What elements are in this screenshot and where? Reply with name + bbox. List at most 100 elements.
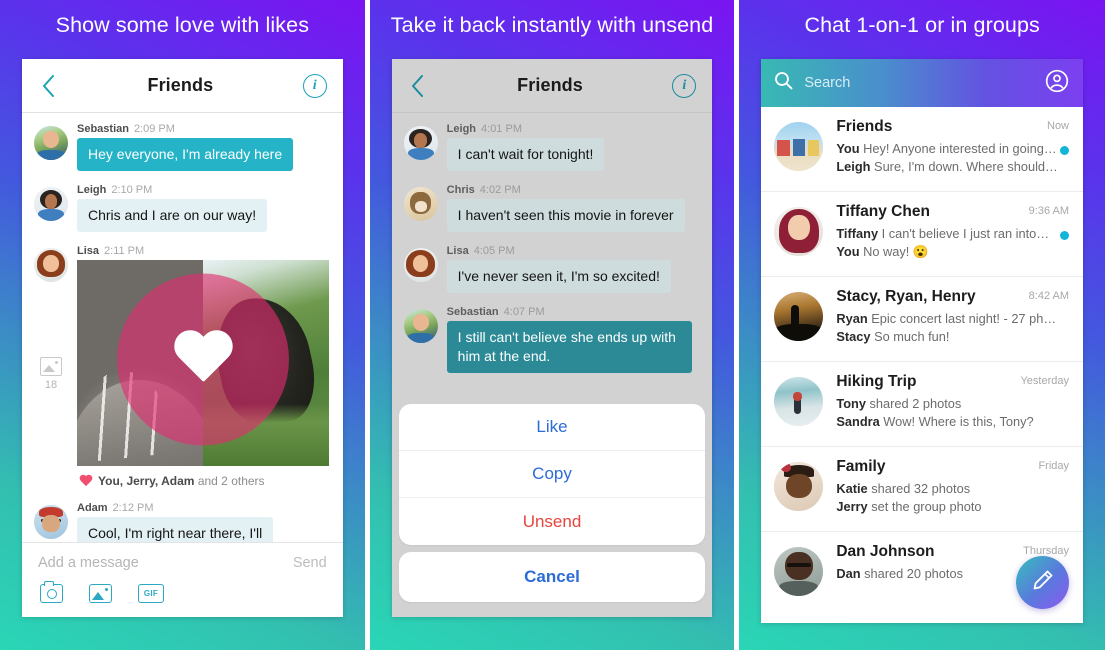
photo-icon[interactable] [89, 584, 112, 603]
camera-icon[interactable] [40, 581, 63, 603]
message-sender: Leigh [77, 183, 107, 196]
info-circle-icon[interactable]: i [672, 73, 697, 98]
avatar [774, 122, 824, 171]
chat-header: Friends i [22, 59, 343, 113]
message-bubble[interactable]: Cool, I'm right near there, I'll [77, 517, 274, 542]
search-bar[interactable]: Search [761, 59, 1084, 107]
message-row: Adam 2:12 PM Cool, I'm right near there, … [22, 502, 343, 542]
profile-avatar-icon[interactable] [1045, 69, 1069, 98]
photo-attachment[interactable] [77, 260, 329, 467]
page-title: Friends [147, 75, 214, 95]
attachment-count-group: 18 [40, 356, 62, 391]
list-item[interactable]: Family Katie shared 32 photos Jerry set … [761, 447, 1084, 532]
conversation-time: Yesterday [1020, 375, 1070, 387]
panel-caption: Take it back instantly with unsend [390, 13, 714, 37]
photo-right [202, 260, 329, 467]
search-input[interactable]: Search [804, 75, 1034, 91]
back-chevron-icon[interactable] [38, 73, 58, 99]
status-badge [1060, 146, 1070, 155]
message-bubble[interactable]: I've never seen it, I'm so excited! [446, 260, 671, 293]
photo-icon [40, 356, 62, 376]
panel-unsend: Take it back instantly with unsend Frien… [369, 0, 735, 650]
gif-icon[interactable]: GIF [138, 584, 164, 603]
message-time: 4:05 PM [473, 244, 515, 257]
attachment-count: 18 [44, 378, 58, 391]
conversation-preview: Katie shared 32 photos [836, 480, 971, 496]
conversation-preview: Tony shared 2 photos [836, 395, 962, 411]
message-time: 4:07 PM [503, 305, 545, 318]
message-sender: Lisa [446, 244, 469, 257]
message-sender: Lisa [77, 244, 100, 257]
conversation-name: Stacy, Ryan, Henry [836, 288, 976, 305]
action-sheet-cancel-group: Cancel [398, 552, 706, 602]
message-time: 2:09 PM [133, 123, 175, 135]
message-time: 2:10 PM [111, 183, 153, 196]
message-meta: Adam 2:12 PM [77, 502, 329, 514]
photo-rail: 18 [34, 245, 68, 488]
message-row: Lisa 4:05 PM I've never seen it, I'm so e… [392, 245, 713, 293]
back-chevron-icon[interactable] [408, 73, 428, 99]
avatar [774, 547, 824, 596]
message-bubble[interactable]: Hey everyone, I'm already here [77, 138, 294, 171]
message-meta: Leigh 2:10 PM [77, 184, 329, 196]
conversation-list: Friends You Hey! Anyone interested in go… [761, 107, 1084, 623]
conversation-preview: Stacy So much fun! [836, 328, 950, 344]
message-meta: Sebastian 2:09 PM [77, 123, 329, 135]
chat-header: Friends i [391, 59, 713, 113]
panel-caption: Chat 1-on-1 or in groups [804, 13, 1040, 37]
pencil-icon [1030, 568, 1055, 598]
message-meta: Chris 4:02 PM [447, 184, 699, 196]
send-button[interactable]: Send [293, 555, 327, 571]
status-badge [1060, 231, 1070, 240]
conversation-time: 8:42 AM [1028, 290, 1070, 302]
conversation-preview: Ryan Epic concert last night! - 27 photo… [836, 310, 1062, 326]
message-bubble[interactable]: I haven't seen this movie in forever [446, 199, 685, 232]
info-circle-icon[interactable]: i [302, 73, 327, 98]
panel-caption: Show some love with likes [55, 13, 310, 37]
message-sender: Adam [77, 502, 108, 515]
avatar [774, 377, 824, 426]
message-meta: Lisa 2:11 PM [77, 245, 329, 257]
panel-likes: Show some love with likes Friends i Seba… [0, 0, 365, 650]
message-bubble-selected[interactable]: I still can't believe she ends up with h… [446, 321, 692, 373]
action-unsend[interactable]: Unsend [399, 498, 706, 545]
list-item[interactable]: Friends You Hey! Anyone interested in go… [761, 107, 1084, 192]
message-input[interactable]: Add a message [38, 555, 139, 571]
list-item[interactable]: Tiffany Chen Tiffany I can't believe I j… [761, 192, 1084, 277]
photo-message-row: 18 Lisa 2:11 PM You, Jerry, Adam and 2 o… [22, 245, 343, 488]
conversation-time: Now [1047, 120, 1070, 132]
avatar [34, 505, 68, 540]
compose-button[interactable] [1016, 556, 1070, 609]
conversation-name: Family [836, 458, 886, 475]
message-time: 4:02 PM [479, 183, 521, 196]
likes-line[interactable]: You, Jerry, Adam and 2 others [77, 466, 329, 488]
action-like[interactable]: Like [398, 404, 706, 451]
message-row: Leigh 4:01 PM I can't wait for tonight! [392, 123, 713, 171]
action-copy[interactable]: Copy [398, 451, 706, 498]
conversation-time: Friday [1038, 460, 1070, 472]
list-item[interactable]: Stacy, Ryan, Henry Ryan Epic concert las… [761, 277, 1084, 362]
message-composer: Add a message Send GIF [22, 542, 343, 617]
phone-frame-unsend: Friends i Leigh 4:01 PM I can't wait for … [391, 59, 713, 617]
message-time: 2:12 PM [112, 502, 154, 515]
conversation-name: Tiffany Chen [836, 203, 930, 220]
list-item[interactable]: Hiking Trip Tony shared 2 photos Sandra … [761, 362, 1084, 447]
page-title: Friends [517, 75, 583, 95]
message-sender: Chris [446, 183, 475, 196]
message-row: Sebastian 4:07 PM I still can't believe s… [392, 306, 713, 373]
message-bubble[interactable]: Chris and I are on our way! [77, 199, 268, 232]
message-sender: Sebastian [446, 305, 499, 318]
avatar [774, 207, 824, 256]
message-sender: Sebastian [77, 123, 129, 135]
conversation-time: Thursday [1023, 545, 1070, 557]
likes-names: You, Jerry, Adam [98, 474, 195, 489]
message-bubble[interactable]: I can't wait for tonight! [446, 138, 605, 171]
conversation-name: Friends [836, 118, 893, 135]
avatar [403, 186, 438, 221]
avatar [774, 462, 824, 511]
message-time: 4:01 PM [481, 123, 522, 135]
message-list: Sebastian 2:09 PM Hey everyone, I'm alrea… [22, 113, 343, 542]
avatar [403, 126, 438, 160]
message-row: Leigh 2:10 PM Chris and I are on our way! [22, 184, 343, 232]
cancel-button[interactable]: Cancel [399, 552, 706, 602]
